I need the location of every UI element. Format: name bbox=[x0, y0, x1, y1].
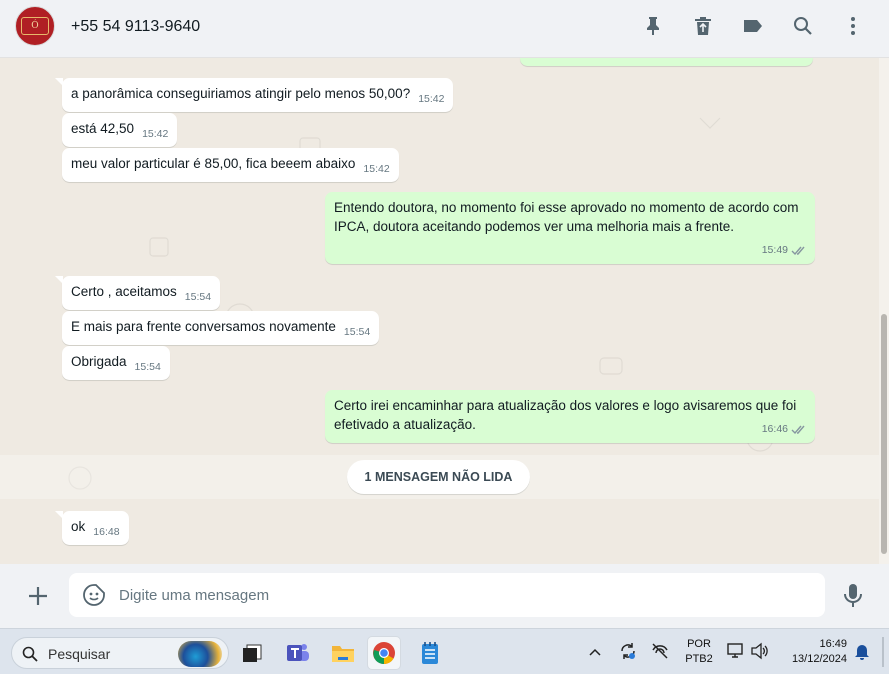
message-time: 15:54 bbox=[343, 326, 371, 338]
show-hidden-icons-chevron-icon[interactable] bbox=[588, 645, 602, 660]
keyboard-layout: PTB2 bbox=[685, 653, 713, 665]
message-text: a panorâmica conseguiriamos atingir pelo… bbox=[71, 86, 411, 101]
composer-bar bbox=[0, 564, 889, 628]
message-composer[interactable] bbox=[69, 573, 825, 617]
delete-icon[interactable] bbox=[691, 14, 715, 38]
message-bubble-incoming[interactable]: Certo , aceitamos 15:54 bbox=[54, 276, 221, 310]
search-icon[interactable] bbox=[791, 14, 815, 38]
message-time: 15:42 bbox=[142, 128, 169, 140]
message-text: Obrigada bbox=[71, 354, 127, 369]
taskbar-search-label: Pesquisar bbox=[48, 646, 111, 662]
search-icon bbox=[22, 646, 38, 662]
search-highlight-image bbox=[178, 641, 222, 667]
message-text: ok bbox=[71, 519, 86, 534]
unread-messages-badge: 1 MENSAGEM NÃO LIDA bbox=[347, 460, 530, 494]
task-view-icon[interactable] bbox=[235, 636, 269, 670]
avatar-logo: Ó bbox=[21, 17, 49, 35]
message-time: 15:42 bbox=[363, 163, 390, 175]
display-icon[interactable] bbox=[726, 642, 746, 663]
scrollbar-thumb[interactable] bbox=[881, 314, 887, 554]
message-bubble-outgoing[interactable]: Certo irei encaminhar para atualização d… bbox=[325, 390, 815, 443]
clock-date: 13/12/2024 bbox=[791, 653, 847, 665]
avatar-logo-text: Ó bbox=[31, 21, 39, 31]
teams-app-icon[interactable] bbox=[281, 636, 315, 670]
microphone-icon[interactable] bbox=[842, 583, 864, 609]
message-time: 16:48 bbox=[93, 526, 120, 538]
menu-icon[interactable] bbox=[841, 14, 865, 38]
message-text: E mais para frente conversamos novamente bbox=[71, 319, 336, 334]
label-icon[interactable] bbox=[741, 14, 765, 38]
message-bubble-incoming[interactable]: Obrigada 15:54 bbox=[62, 346, 170, 380]
message-time: 16:46 bbox=[761, 423, 788, 435]
message-bubble-incoming[interactable]: meu valor particular é 85,00, fica beeem… bbox=[62, 148, 399, 182]
contact-name[interactable]: +55 54 9113-9640 bbox=[71, 18, 200, 36]
sync-status-icon[interactable] bbox=[618, 641, 638, 664]
windows-taskbar: Pesquisar POR PTB2 16:49 13/12/2024 bbox=[0, 628, 889, 674]
read-ticks-icon bbox=[791, 246, 805, 255]
message-time: 15:42 bbox=[418, 93, 445, 105]
pin-icon[interactable] bbox=[641, 14, 665, 38]
message-text: Entendo doutora, no momento foi esse apr… bbox=[334, 200, 799, 234]
message-bubble-incoming[interactable]: ok 16:48 bbox=[55, 511, 129, 545]
message-input[interactable] bbox=[119, 573, 809, 617]
message-meta: 16:46 bbox=[762, 420, 807, 439]
message-bubble-incoming[interactable]: a panorâmica conseguiriamos atingir pelo… bbox=[54, 78, 454, 112]
clock-time: 16:49 bbox=[819, 638, 847, 650]
message-time: 15:49 bbox=[761, 244, 788, 256]
language-code: POR bbox=[687, 638, 711, 650]
message-time: 15:54 bbox=[134, 361, 161, 373]
chrome-app-icon[interactable] bbox=[367, 636, 401, 670]
attach-plus-icon[interactable] bbox=[24, 582, 52, 610]
message-bubble-incoming[interactable]: E mais para frente conversamos novamente… bbox=[62, 311, 380, 345]
taskbar-search[interactable]: Pesquisar bbox=[11, 637, 229, 669]
message-bubble-incoming[interactable]: está 42,50 15:42 bbox=[62, 113, 178, 147]
message-bubble-outgoing-partial[interactable] bbox=[520, 58, 813, 66]
chat-header: Ó +55 54 9113-9640 bbox=[0, 0, 889, 58]
volume-icon[interactable] bbox=[750, 642, 770, 663]
message-text: Certo irei encaminhar para atualização d… bbox=[334, 398, 797, 432]
message-time: 15:54 bbox=[184, 291, 212, 303]
message-text: está 42,50 bbox=[71, 121, 135, 136]
system-clock[interactable]: 16:49 13/12/2024 bbox=[782, 637, 850, 667]
read-ticks-icon bbox=[791, 425, 805, 434]
contact-avatar[interactable]: Ó bbox=[15, 6, 55, 46]
chat-area[interactable]: a panorâmica conseguiriamos atingir pelo… bbox=[0, 58, 879, 564]
file-explorer-icon[interactable] bbox=[326, 636, 360, 670]
message-bubble-outgoing[interactable]: Entendo doutora, no momento foi esse apr… bbox=[325, 192, 815, 264]
message-text: meu valor particular é 85,00, fica beeem… bbox=[71, 156, 356, 171]
notification-bell-icon[interactable] bbox=[854, 643, 870, 664]
emoji-sticker-icon[interactable] bbox=[83, 584, 105, 606]
message-meta: 15:49 bbox=[762, 241, 807, 260]
chat-scrollbar[interactable] bbox=[879, 58, 889, 564]
network-offline-icon[interactable] bbox=[650, 642, 670, 663]
input-language-indicator[interactable]: POR PTB2 bbox=[682, 637, 716, 667]
notepad-app-icon[interactable] bbox=[413, 636, 447, 670]
message-text: Certo , aceitamos bbox=[71, 284, 177, 299]
show-desktop-strip[interactable] bbox=[882, 637, 884, 667]
